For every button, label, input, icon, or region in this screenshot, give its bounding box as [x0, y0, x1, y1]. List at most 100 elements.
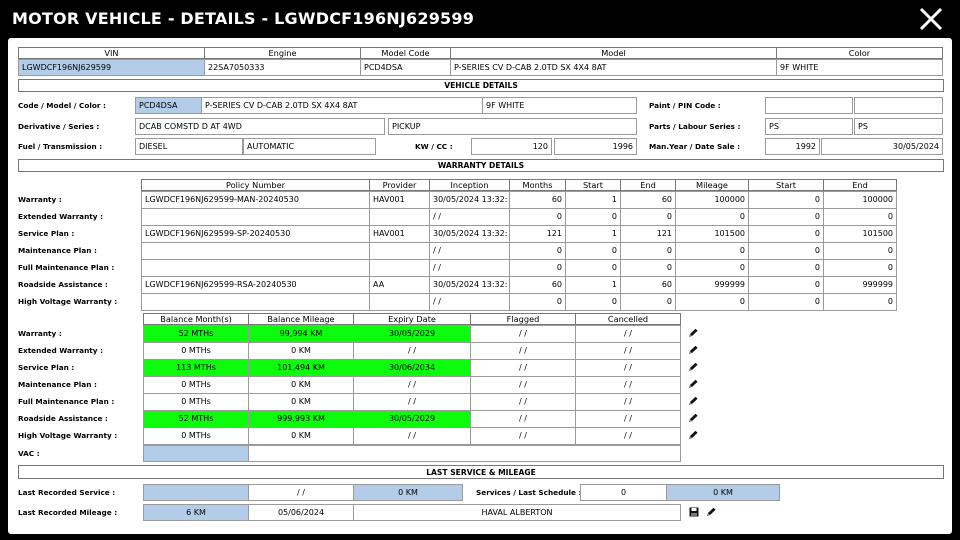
engine-field[interactable]: 22SA7050333: [204, 59, 361, 76]
pencil-icon[interactable]: [688, 328, 699, 338]
warranty-mend-cell[interactable]: 999999: [823, 276, 897, 294]
balance-mileage-cell[interactable]: 99,994 KM: [248, 325, 354, 343]
balance-flagged-cell[interactable]: / /: [470, 359, 576, 377]
warranty-mileage-cell[interactable]: 100000: [675, 191, 749, 209]
warranty-provider-cell[interactable]: HAV001: [369, 191, 430, 209]
warranty-policy-cell[interactable]: LGWDCF196NJ629599-RSA-20240530: [141, 276, 370, 294]
vac-field[interactable]: [143, 445, 249, 462]
warranty-policy-cell[interactable]: [141, 259, 370, 277]
services-count-field[interactable]: 0: [580, 484, 667, 501]
warranty-end-cell[interactable]: 60: [620, 276, 676, 294]
warranty-end-cell[interactable]: 0: [620, 242, 676, 260]
balance-cancelled-cell[interactable]: / /: [575, 325, 681, 343]
pencil-icon[interactable]: [688, 430, 699, 440]
warranty-end-cell[interactable]: 121: [620, 225, 676, 243]
warranty-start-cell[interactable]: 1: [565, 225, 621, 243]
warranty-start-cell[interactable]: 0: [565, 293, 621, 311]
warranty-inception-cell[interactable]: 30/05/2024 13:32:: [429, 225, 510, 243]
close-icon[interactable]: [915, 5, 947, 33]
warranty-mend-cell[interactable]: 100000: [823, 191, 897, 209]
warranty-mileage-cell[interactable]: 0: [675, 242, 749, 260]
pencil-icon[interactable]: [688, 413, 699, 423]
balance-months-cell[interactable]: 0 MTHs: [143, 376, 249, 394]
warranty-months-cell[interactable]: 60: [509, 191, 566, 209]
labour-series-field[interactable]: PS: [854, 118, 943, 135]
balance-mileage-cell[interactable]: 0 KM: [248, 393, 354, 411]
balance-cancelled-cell[interactable]: / /: [575, 359, 681, 377]
warranty-mileage-cell[interactable]: 0: [675, 259, 749, 277]
warranty-mileage-cell[interactable]: 0: [675, 293, 749, 311]
last-mileage-date-field[interactable]: 05/06/2024: [248, 504, 354, 521]
balance-months-cell[interactable]: 52 MTHs: [143, 325, 249, 343]
code-field[interactable]: PCD4DSA: [135, 97, 202, 114]
balance-expiry-cell[interactable]: / /: [353, 376, 471, 394]
balance-flagged-cell[interactable]: / /: [470, 393, 576, 411]
warranty-mileage-cell[interactable]: 0: [675, 208, 749, 226]
warranty-policy-cell[interactable]: LGWDCF196NJ629599-MAN-20240530: [141, 191, 370, 209]
balance-flagged-cell[interactable]: / /: [470, 410, 576, 428]
balance-flagged-cell[interactable]: / /: [470, 427, 576, 445]
balance-months-cell[interactable]: 52 MTHs: [143, 410, 249, 428]
warranty-mend-cell[interactable]: 0: [823, 242, 897, 260]
last-service-km-field[interactable]: 0 KM: [353, 484, 463, 501]
fuel-field[interactable]: DIESEL: [135, 138, 243, 155]
warranty-inception-cell[interactable]: / /: [429, 259, 510, 277]
save-icon[interactable]: [689, 507, 699, 517]
kw-field[interactable]: 120: [471, 138, 552, 155]
warranty-months-cell[interactable]: 0: [509, 259, 566, 277]
last-service-field[interactable]: [143, 484, 249, 501]
balance-months-cell[interactable]: 0 MTHs: [143, 427, 249, 445]
warranty-mend-cell[interactable]: 0: [823, 208, 897, 226]
series-field[interactable]: PICKUP: [388, 118, 637, 135]
warranty-policy-cell[interactable]: LGWDCF196NJ629599-SP-20240530: [141, 225, 370, 243]
pencil-icon[interactable]: [688, 379, 699, 389]
last-service-date-field[interactable]: / /: [248, 484, 354, 501]
balance-flagged-cell[interactable]: / /: [470, 342, 576, 360]
warranty-mstart-cell[interactable]: 0: [748, 191, 824, 209]
warranty-end-cell[interactable]: 0: [620, 259, 676, 277]
warranty-provider-cell[interactable]: [369, 242, 430, 260]
paint-field[interactable]: [765, 97, 853, 114]
pencil-icon[interactable]: [688, 362, 699, 372]
warranty-mileage-cell[interactable]: 999999: [675, 276, 749, 294]
balance-mileage-cell[interactable]: 0 KM: [248, 427, 354, 445]
warranty-provider-cell[interactable]: [369, 293, 430, 311]
warranty-mend-cell[interactable]: 0: [823, 293, 897, 311]
balance-expiry-cell[interactable]: / /: [353, 427, 471, 445]
warranty-start-cell[interactable]: 1: [565, 191, 621, 209]
warranty-end-cell[interactable]: 0: [620, 208, 676, 226]
balance-mileage-cell[interactable]: 0 KM: [248, 376, 354, 394]
warranty-inception-cell[interactable]: / /: [429, 242, 510, 260]
balance-months-cell[interactable]: 0 MTHs: [143, 342, 249, 360]
cc-field[interactable]: 1996: [554, 138, 637, 155]
transmission-field[interactable]: AUTOMATIC: [243, 138, 376, 155]
balance-expiry-cell[interactable]: 30/06/2034: [353, 359, 471, 377]
pencil-icon[interactable]: [706, 507, 717, 517]
vehicle-color-field[interactable]: 9F WHITE: [482, 97, 637, 114]
balance-cancelled-cell[interactable]: / /: [575, 410, 681, 428]
pencil-icon[interactable]: [688, 345, 699, 355]
balance-expiry-cell[interactable]: 30/05/2029: [353, 410, 471, 428]
warranty-mstart-cell[interactable]: 0: [748, 293, 824, 311]
vin-field[interactable]: LGWDCF196NJ629599: [18, 59, 205, 76]
warranty-start-cell[interactable]: 0: [565, 208, 621, 226]
balance-months-cell[interactable]: 0 MTHs: [143, 393, 249, 411]
warranty-mileage-cell[interactable]: 101500: [675, 225, 749, 243]
warranty-start-cell[interactable]: 0: [565, 242, 621, 260]
balance-cancelled-cell[interactable]: / /: [575, 342, 681, 360]
warranty-months-cell[interactable]: 0: [509, 242, 566, 260]
warranty-months-cell[interactable]: 121: [509, 225, 566, 243]
warranty-inception-cell[interactable]: / /: [429, 293, 510, 311]
parts-series-field[interactable]: PS: [765, 118, 853, 135]
balance-cancelled-cell[interactable]: / /: [575, 376, 681, 394]
warranty-end-cell[interactable]: 60: [620, 191, 676, 209]
warranty-provider-cell[interactable]: HAV001: [369, 225, 430, 243]
warranty-inception-cell[interactable]: 30/05/2024 13:32:: [429, 276, 510, 294]
schedule-km-field[interactable]: 0 KM: [666, 484, 780, 501]
warranty-months-cell[interactable]: 60: [509, 276, 566, 294]
balance-expiry-cell[interactable]: / /: [353, 393, 471, 411]
warranty-inception-cell[interactable]: / /: [429, 208, 510, 226]
man-year-field[interactable]: 1992: [765, 138, 820, 155]
balance-mileage-cell[interactable]: 999,993 KM: [248, 410, 354, 428]
warranty-start-cell[interactable]: 0: [565, 259, 621, 277]
